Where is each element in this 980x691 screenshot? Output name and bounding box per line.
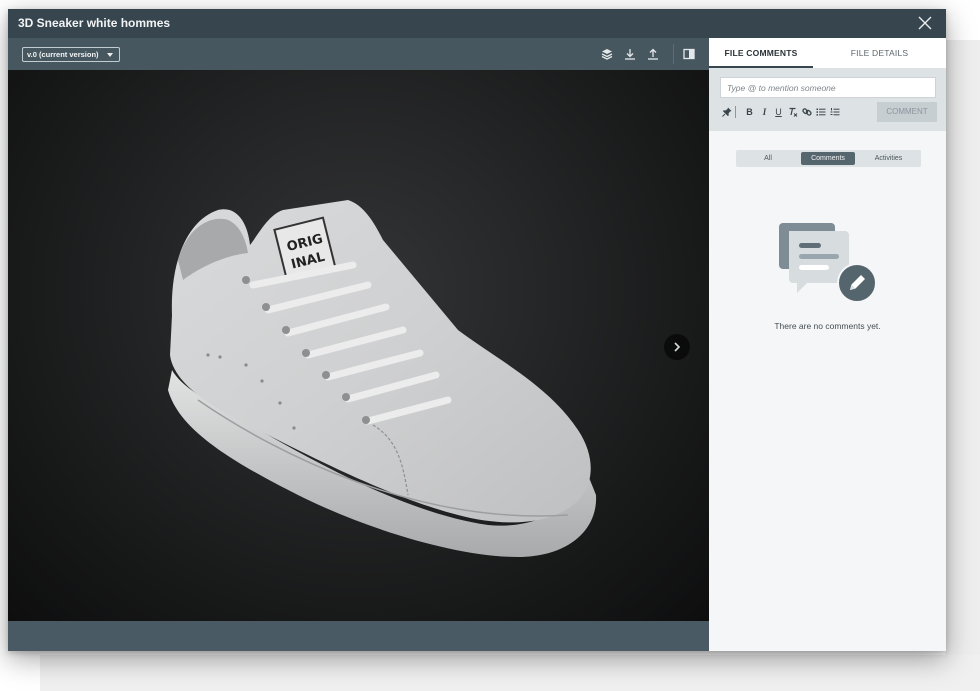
link-button[interactable] bbox=[801, 106, 812, 118]
italic-icon: I bbox=[762, 107, 767, 117]
pin-icon bbox=[721, 107, 731, 117]
close-icon bbox=[918, 16, 932, 30]
activity-filter: All Comments Activities bbox=[736, 150, 921, 167]
clear-format-icon bbox=[789, 107, 797, 117]
download-icon bbox=[625, 49, 635, 60]
close-button[interactable] bbox=[916, 14, 934, 32]
next-button[interactable] bbox=[664, 334, 690, 360]
comment-composer: B I U COMMENT bbox=[709, 68, 946, 131]
viewer-toolbar: v.0 (current version) bbox=[8, 38, 709, 70]
clear-format-button[interactable] bbox=[787, 106, 798, 118]
bulleted-list-icon bbox=[816, 108, 825, 116]
chevron-down-icon bbox=[107, 53, 113, 57]
format-separator bbox=[735, 106, 736, 118]
page-background-right bbox=[945, 40, 980, 660]
upload-icon bbox=[648, 48, 658, 60]
tab-file-details[interactable]: FILE DETAILS bbox=[813, 38, 946, 68]
upload-button[interactable] bbox=[646, 47, 660, 61]
tab-file-comments[interactable]: FILE COMMENTS bbox=[709, 38, 813, 68]
panel-tabs: FILE COMMENTS FILE DETAILS bbox=[709, 38, 946, 68]
comment-submit-button[interactable]: COMMENT bbox=[877, 102, 937, 122]
italic-button[interactable]: I bbox=[759, 106, 770, 118]
page-background-lower bbox=[40, 655, 980, 691]
panel-toggle-icon bbox=[683, 48, 695, 60]
file-preview-modal: 3D Sneaker white hommes v.0 (current ver… bbox=[8, 9, 946, 651]
modal-titlebar: 3D Sneaker white hommes bbox=[8, 9, 946, 38]
comment-input[interactable] bbox=[720, 77, 936, 98]
version-select-value: v.0 (current version) bbox=[27, 50, 99, 59]
pin-button[interactable] bbox=[721, 106, 732, 118]
version-select[interactable]: v.0 (current version) bbox=[22, 47, 120, 62]
download-button[interactable] bbox=[623, 47, 637, 61]
comments-panel: FILE COMMENTS FILE DETAILS B I U bbox=[709, 38, 946, 651]
numbered-list-button[interactable] bbox=[829, 106, 840, 118]
toolbar-divider bbox=[673, 44, 674, 64]
3d-model-canvas[interactable]: ORIG INAL bbox=[8, 70, 709, 621]
viewer-footer bbox=[8, 621, 709, 651]
empty-state-message: There are no comments yet. bbox=[774, 321, 881, 331]
bold-button[interactable]: B bbox=[744, 106, 755, 118]
numbered-list-icon bbox=[830, 108, 839, 116]
filter-all[interactable]: All bbox=[738, 152, 798, 165]
layers-button[interactable] bbox=[600, 47, 614, 61]
chevron-right-icon bbox=[674, 342, 681, 352]
toggle-panel-button[interactable] bbox=[682, 47, 696, 61]
underline-button[interactable]: U bbox=[773, 106, 784, 118]
modal-title: 3D Sneaker white hommes bbox=[18, 16, 171, 30]
comments-empty-icon bbox=[779, 223, 877, 303]
model-viewer: v.0 (current version) ORIG INAL bbox=[8, 38, 709, 651]
bold-icon: B bbox=[746, 107, 753, 117]
bulleted-list-button[interactable] bbox=[815, 106, 826, 118]
underline-icon: U bbox=[775, 107, 782, 117]
link-icon bbox=[801, 108, 812, 116]
filter-activities[interactable]: Activities bbox=[858, 152, 919, 165]
layers-icon bbox=[601, 49, 613, 60]
filter-comments[interactable]: Comments bbox=[801, 152, 855, 165]
sneaker-model: ORIG INAL bbox=[168, 200, 597, 557]
